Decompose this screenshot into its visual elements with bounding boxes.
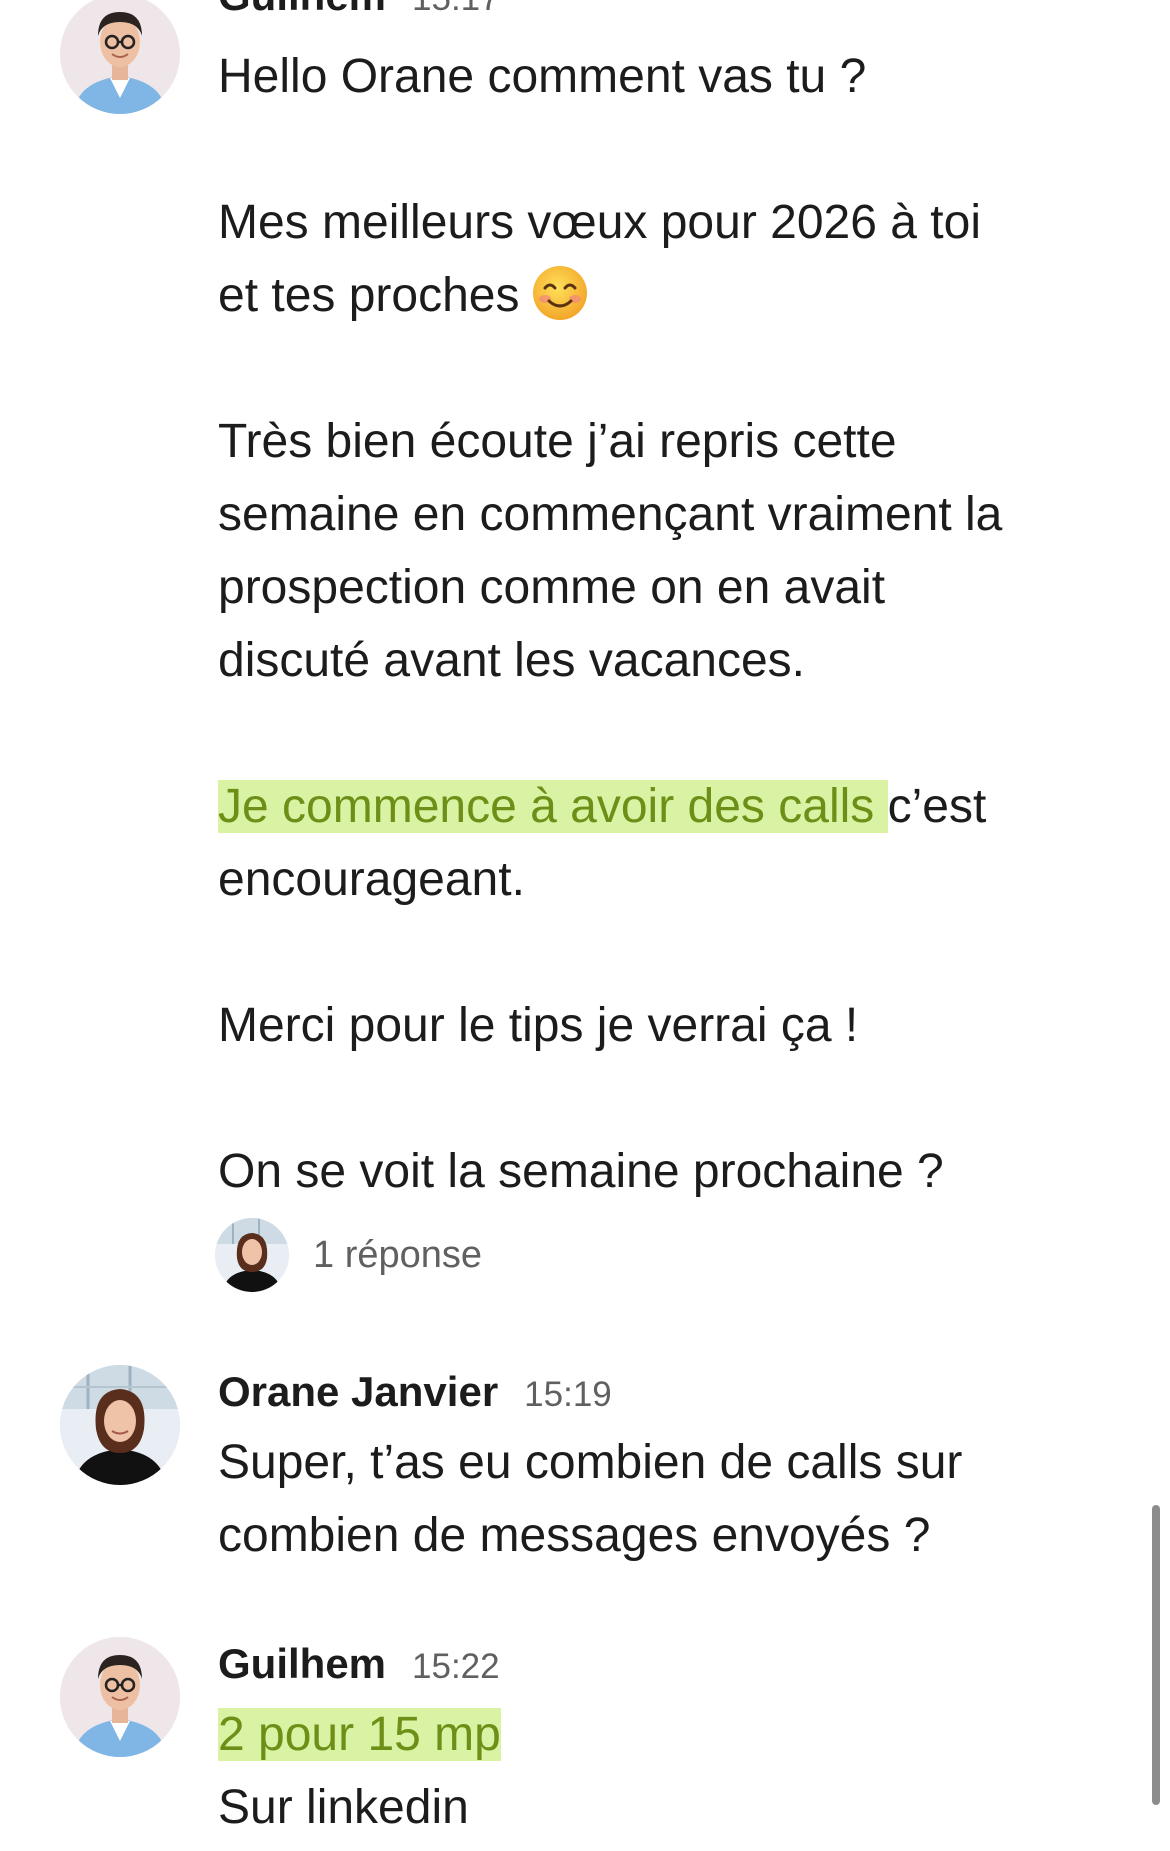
message-line: combien de messages envoyés ? bbox=[218, 1509, 931, 1562]
orane-portrait-icon bbox=[215, 1218, 289, 1292]
thread-replies-link[interactable]: 1 réponse bbox=[215, 1218, 482, 1292]
message-line: semaine en commençant vraiment la bbox=[218, 488, 1003, 541]
message-line: encourageant. bbox=[218, 853, 525, 906]
avatar-guilhem[interactable] bbox=[60, 1637, 180, 1757]
message-body: Super, t’as eu combien de calls sur comb… bbox=[218, 1426, 1098, 1572]
message-line: discuté avant les vacances. bbox=[218, 634, 805, 687]
message-time: 15:17 bbox=[412, 0, 500, 19]
message-line bbox=[218, 332, 1098, 405]
message-line: On se voit la semaine prochaine ? bbox=[218, 1145, 944, 1198]
chat-conversation: Guilhem 15:17 Hello Orane comment vas tu… bbox=[0, 0, 1170, 1851]
message-line: Hello Orane comment vas tu ? bbox=[218, 50, 867, 103]
avatar-orane-small bbox=[215, 1218, 289, 1292]
guilhem-portrait-icon bbox=[60, 0, 180, 114]
sender-name[interactable]: Guilhem bbox=[218, 1640, 386, 1688]
message-line bbox=[218, 113, 1098, 186]
thread-reply-count[interactable]: 1 réponse bbox=[313, 1234, 482, 1277]
sender-name[interactable]: Orane Janvier bbox=[218, 1368, 498, 1416]
message-body: Hello Orane comment vas tu ? Mes meilleu… bbox=[218, 40, 1098, 1208]
message-time: 15:19 bbox=[524, 1375, 612, 1414]
message-time: 15:22 bbox=[412, 1647, 500, 1686]
message-header: Guilhem 15:17 bbox=[218, 0, 500, 20]
message-line: Super, t’as eu combien de calls sur bbox=[218, 1436, 963, 1489]
message-line: Mes meilleurs vœux pour 2026 à toi bbox=[218, 196, 981, 249]
vertical-scrollbar[interactable] bbox=[1152, 1505, 1160, 1805]
highlighted-text: Je commence à avoir des calls bbox=[218, 780, 888, 833]
message-line: prospection comme on en avait bbox=[218, 561, 886, 614]
message-line-highlighted: Je commence à avoir des calls c’est bbox=[218, 770, 1098, 843]
message-header: Orane Janvier 15:19 bbox=[218, 1368, 612, 1416]
smiling-face-emoji-icon bbox=[530, 263, 590, 323]
message-line-with-emoji: et tes proches bbox=[218, 259, 1098, 332]
message-line: Sur linkedin bbox=[218, 1781, 469, 1834]
avatar-guilhem[interactable] bbox=[60, 0, 180, 114]
message-line-text: et tes proches bbox=[218, 269, 520, 322]
message-line bbox=[218, 1062, 1098, 1135]
message-line: Très bien écoute j’ai repris cette bbox=[218, 415, 897, 468]
message-line: Merci pour le tips je verrai ça ! bbox=[218, 999, 859, 1052]
message-body: 2 pour 15 mp Sur linkedin bbox=[218, 1698, 1098, 1844]
sender-name[interactable]: Guilhem bbox=[218, 0, 386, 20]
message-line bbox=[218, 916, 1098, 989]
message-header: Guilhem 15:22 bbox=[218, 1640, 500, 1688]
message-line-text: c’est bbox=[887, 780, 987, 833]
orane-portrait-icon bbox=[60, 1365, 180, 1485]
message-line bbox=[218, 697, 1098, 770]
avatar-orane[interactable] bbox=[60, 1365, 180, 1485]
guilhem-portrait-icon bbox=[60, 1637, 180, 1757]
message-line-highlighted: 2 pour 15 mp bbox=[218, 1698, 1098, 1771]
highlighted-text: 2 pour 15 mp bbox=[218, 1708, 501, 1761]
